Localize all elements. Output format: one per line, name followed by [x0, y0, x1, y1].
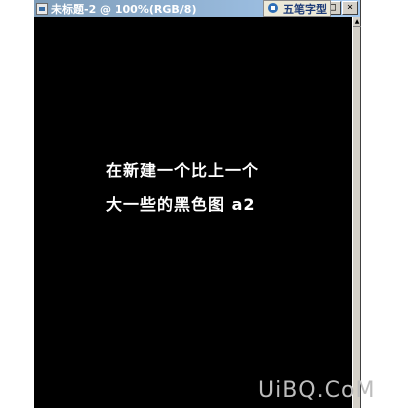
document-window: 未标题-2 @ 100%(RGB/8) _ □ × 在新建一个比上一个 大一些的… [33, 0, 361, 408]
image-canvas[interactable]: 在新建一个比上一个 大一些的黑色图 a2 [34, 17, 353, 408]
ime-mode-label[interactable]: 五笔字型 [283, 1, 327, 17]
page: 未标题-2 @ 100%(RGB/8) _ □ × 在新建一个比上一个 大一些的… [0, 0, 412, 408]
ime-toolbar[interactable]: 五笔字型 [263, 0, 331, 17]
vertical-scrollbar[interactable]: ▲ [352, 17, 361, 408]
close-button[interactable]: × [342, 1, 358, 15]
document-icon [36, 2, 48, 15]
document-title: 未标题-2 @ 100%(RGB/8) [51, 2, 197, 16]
scroll-up-arrow-icon[interactable]: ▲ [353, 17, 361, 27]
site-watermark: UiBQ.CoM [258, 378, 376, 403]
canvas-text-line-1: 在新建一个比上一个 [106, 161, 260, 180]
ime-icon[interactable] [266, 2, 280, 15]
canvas-text-line-2: 大一些的黑色图 a2 [106, 195, 256, 214]
